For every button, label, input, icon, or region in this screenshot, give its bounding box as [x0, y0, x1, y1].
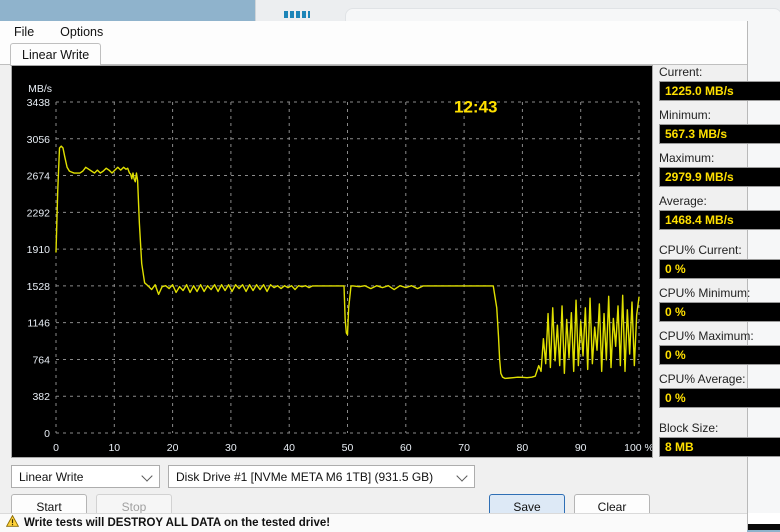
stat-cpu-current: CPU% Current: 0 % — [659, 243, 780, 279]
chart-y-tick: 1146 — [27, 318, 50, 330]
stat-average-label: Average: — [659, 194, 707, 208]
background-window-dots-icon — [284, 11, 310, 18]
stat-block-size: Block Size: 8 MB — [659, 421, 780, 457]
warning-bar: Write tests will DESTROY ALL DATA on the… — [0, 513, 747, 532]
tab-linear-write[interactable]: Linear Write — [10, 43, 102, 66]
warning-message: Write tests will DESTROY ALL DATA on the… — [24, 517, 331, 529]
chart-y-tick: 0 — [44, 428, 50, 440]
chart-y-tick: 3056 — [27, 134, 51, 146]
stat-cpu-maximum-value: 0 % — [659, 345, 780, 365]
stat-maximum-value: 2979.9 MB/s — [659, 167, 780, 187]
chart-y-tick: 764 — [32, 354, 50, 366]
stat-maximum: Maximum: 2979.9 MB/s — [659, 151, 780, 187]
drive-select[interactable]: Disk Drive #1 [NVMe META M6 1TB] (931.5 … — [168, 465, 475, 488]
stat-current: Current: 1225.0 MB/s — [659, 65, 780, 101]
chart-x-tick: 40 — [283, 442, 295, 454]
chart-y-tick: 1528 — [27, 281, 51, 293]
chart-x-tick: 60 — [400, 442, 412, 454]
stat-cpu-maximum: CPU% Maximum: 0 % — [659, 329, 780, 365]
stat-average-value: 1468.4 MB/s — [659, 210, 780, 230]
stat-minimum: Minimum: 567.3 MB/s — [659, 108, 780, 144]
controls-area: Linear Write Disk Drive #1 [NVMe META M6… — [0, 457, 650, 519]
chevron-down-icon — [456, 470, 468, 482]
throughput-chart: 0 382 764 1146 1528 1910 2292 2674 3056 3438 0 10 2… — [11, 65, 653, 458]
stat-cpu-minimum-label: CPU% Minimum: — [659, 286, 751, 300]
chart-background — [12, 66, 652, 457]
drive-select-value: Disk Drive #1 [NVMe META M6 1TB] (931.5 … — [176, 469, 434, 484]
chart-y-tick: 3438 — [27, 97, 51, 109]
stat-current-value: 1225.0 MB/s — [659, 81, 780, 101]
chart-x-tick: 10 — [108, 442, 120, 454]
stat-cpu-average: CPU% Average: 0 % — [659, 372, 780, 408]
stat-cpu-minimum-value: 0 % — [659, 302, 780, 322]
stat-current-label: Current: — [659, 65, 703, 79]
chart-y-tick: 2292 — [27, 207, 51, 219]
chart-y-axis-unit: MB/s — [28, 83, 52, 95]
chart-x-tick: 50 — [342, 442, 354, 454]
menu-bar: File Options — [0, 21, 747, 43]
stat-cpu-current-value: 0 % — [659, 259, 780, 279]
chart-y-tick: 1910 — [27, 244, 51, 256]
stat-average: Average: 1468.4 MB/s — [659, 194, 780, 230]
chart-y-tick: 382 — [32, 391, 50, 403]
stat-maximum-label: Maximum: — [659, 151, 715, 165]
statistics-panel: Current: 1225.0 MB/s Minimum: 567.3 MB/s Max… — [659, 65, 780, 464]
chart-x-tick: 100 % — [624, 442, 652, 454]
test-type-select[interactable]: Linear Write — [11, 465, 160, 488]
test-type-select-value: Linear Write — [19, 469, 84, 484]
stat-block-size-value: 8 MB — [659, 437, 780, 457]
chart-x-tick: 70 — [458, 442, 470, 454]
chart-y-tick: 2674 — [27, 171, 51, 183]
stat-cpu-average-value: 0 % — [659, 388, 780, 408]
elapsed-time-label: 12:43 — [454, 97, 497, 116]
chart-x-tick: 20 — [167, 442, 179, 454]
stat-cpu-maximum-label: CPU% Maximum: — [659, 329, 754, 343]
chart-x-tick: 90 — [575, 442, 587, 454]
chart-x-tick: 30 — [225, 442, 237, 454]
stat-block-size-label: Block Size: — [659, 421, 719, 435]
stat-cpu-minimum: CPU% Minimum: 0 % — [659, 286, 780, 322]
menu-file[interactable]: File — [10, 23, 38, 41]
chart-canvas: 0 382 764 1146 1528 1910 2292 2674 3056 3438 0 10 2… — [12, 66, 652, 457]
menu-options[interactable]: Options — [56, 23, 107, 41]
stat-cpu-current-label: CPU% Current: — [659, 243, 742, 257]
stat-minimum-value: 567.3 MB/s — [659, 124, 780, 144]
tab-strip: Linear Write — [0, 43, 747, 66]
selects-row: Linear Write Disk Drive #1 [NVMe META M6… — [0, 457, 650, 488]
chart-x-tick: 80 — [517, 442, 529, 454]
app-window: File Options Linear Write 0 382 764 1146 152… — [0, 21, 780, 532]
chevron-down-icon — [141, 470, 153, 482]
chart-x-tick: 0 — [53, 442, 59, 454]
stat-cpu-average-label: CPU% Average: — [659, 372, 746, 386]
warning-triangle-icon — [5, 514, 20, 532]
stat-minimum-label: Minimum: — [659, 108, 712, 122]
